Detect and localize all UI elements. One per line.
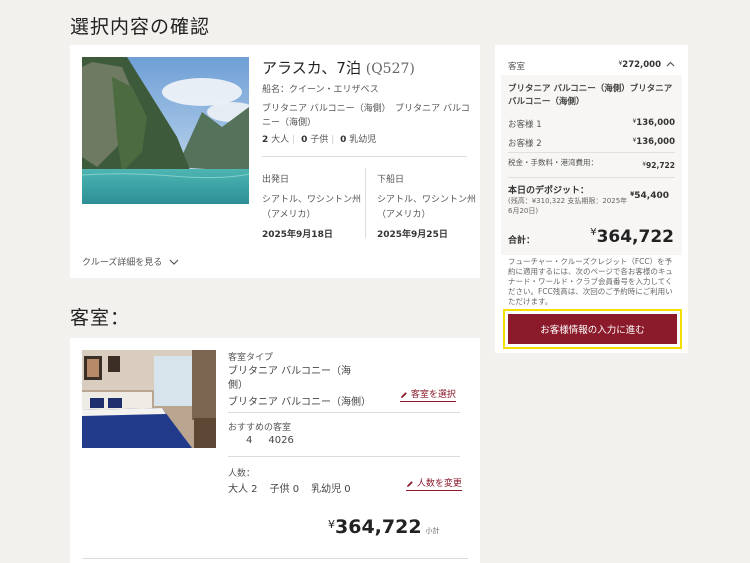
people-counts: 大人 2 子供 0 乳幼児 0 [228, 480, 351, 495]
cruise-photo [82, 57, 249, 204]
chevron-down-icon [165, 258, 179, 268]
divider [508, 152, 675, 153]
guest-1-price-row: お客様 1 ¥136,000 [508, 118, 675, 130]
ship-name: 船名：クイーン・エリザベス [262, 85, 379, 95]
cruise-code: (Q527) [365, 61, 415, 77]
divider [228, 412, 460, 413]
infant-label: 乳幼児 [349, 135, 377, 145]
recommended-cabin: 4 4026 [246, 435, 294, 446]
page: 選択内容の確認 アラスカ、7泊 (Q527) 船名：クイーン・エリザベス ブリタ… [0, 0, 750, 563]
child-label: 子供 [310, 135, 329, 145]
room-photo [82, 350, 216, 448]
price-summary-panel: 客室 ¥272,000 ブリタニア バルコニー（海側）ブリタニア バルコニー（海… [495, 45, 688, 353]
departure-date: 2025年9月18日 [262, 230, 333, 240]
summary-cabin-name: ブリタニア バルコニー（海側）ブリタニア バルコニー（海側） [508, 84, 673, 107]
adult-label: 大人 [271, 135, 290, 145]
room-type-label: 客室タイプ [228, 353, 274, 363]
proceed-button-highlight: お客様情報の入力に進む [503, 309, 682, 349]
cabin-number: 4026 [268, 435, 294, 446]
select-room-button[interactable]: 客室を選択 [400, 387, 456, 402]
deposit-price: 54,400 [634, 191, 669, 201]
tax-row: 税金・手数料・港湾費用： ¥92,722 [508, 157, 675, 170]
change-guests-button[interactable]: 人数を変更 [406, 476, 462, 491]
guest-1-label: お客様 1 [508, 120, 542, 130]
currency-symbol: ¥ [328, 518, 335, 531]
cruise-details-link[interactable]: クルーズ詳細を見る [82, 255, 179, 268]
deposit-details: (残高：¥310,322 支払期限：2025年6月20日) [508, 197, 628, 215]
pencil-icon [400, 390, 411, 400]
people-label: 人数： [228, 469, 256, 479]
total-label: 合計： [508, 236, 536, 246]
departure-info: 出発日 シアトル、ワシントン州（アメリカ） 2025年9月18日 [262, 173, 362, 243]
divider [262, 156, 467, 157]
guest-2-price-row: お客様 2 ¥136,000 [508, 137, 675, 149]
room-price-label: 客室 [508, 62, 526, 72]
change-guests-label: 人数を変更 [416, 479, 462, 489]
cabin-type: ブリタニア バルコニー（海側） ブリタニア バルコニー（海側） [262, 104, 470, 128]
divider [82, 558, 468, 559]
room-card: 客室タイプ ブリタニア バルコニー（海側） ブリタニア バルコニー（海側） 客室… [70, 338, 480, 563]
room-price-row[interactable]: 客室 ¥272,000 [508, 60, 675, 72]
adult-count: 2 [262, 135, 269, 145]
departure-port: シアトル、ワシントン州（アメリカ） [262, 195, 362, 220]
deck-number: 4 [246, 435, 253, 446]
page-title: 選択内容の確認 [70, 16, 211, 38]
departure-label: 出発日 [262, 175, 290, 185]
child-count: 0 [301, 135, 308, 145]
total-price: 364,722 [596, 227, 674, 247]
deposit-label: 本日のデポジット： [508, 186, 590, 196]
arrival-port: シアトル、ワシントン州（アメリカ） [377, 195, 477, 220]
arrival-info: 下船日 シアトル、ワシントン州（アメリカ） 2025年9月25日 [377, 173, 477, 243]
deposit-amount: ¥54,400 [630, 191, 669, 201]
subtotal-label: 小計 [425, 527, 440, 535]
cruise-title: アラスカ、7泊 (Q527) [262, 57, 415, 78]
guest-1-price: 136,000 [636, 118, 675, 128]
infant-count: 0 [340, 135, 347, 145]
fcc-note: フューチャー・クルーズクレジット（FCC）を予約に適用するには、次のページで各お… [508, 257, 673, 306]
total-amount: ¥364,722 [590, 227, 674, 247]
proceed-to-guest-info-button[interactable]: お客様情報の入力に進む [508, 314, 677, 344]
divider [228, 456, 460, 457]
chevron-up-icon[interactable] [666, 60, 675, 70]
divider [508, 177, 675, 178]
room-type-value: ブリタニア バルコニー（海側） [228, 366, 351, 391]
guest-2-label: お客様 2 [508, 139, 542, 149]
recommended-cabin-label: おすすめの客室 [228, 423, 292, 433]
infant-count: 乳幼児 0 [311, 484, 351, 495]
guest-counts: 2 大人 | 0 子供 | 0 乳幼児 [262, 135, 377, 145]
cruise-summary-card: アラスカ、7泊 (Q527) 船名：クイーン・エリザベス ブリタニア バルコニー… [70, 45, 480, 278]
room-price: 272,000 [622, 60, 661, 70]
divider [365, 168, 366, 238]
guest-2-price: 136,000 [636, 137, 675, 147]
tax-price: 92,722 [646, 161, 675, 170]
tax-label: 税金・手数料・港湾費用： [508, 158, 598, 167]
select-room-label: 客室を選択 [410, 390, 456, 400]
room-type-value-secondary: ブリタニア バルコニー（海側） [228, 397, 371, 408]
subtotal-amount: 364,722 [335, 516, 422, 538]
cruise-name: アラスカ、7泊 [262, 59, 361, 77]
child-count: 子供 0 [269, 484, 300, 495]
pencil-icon [406, 479, 417, 489]
cruise-details-label: クルーズ詳細を見る [82, 258, 163, 268]
room-section-title: 客室： [70, 307, 131, 329]
arrival-label: 下船日 [377, 175, 405, 185]
room-subtotal: ¥364,722 小計 [328, 516, 440, 538]
arrival-date: 2025年9月25日 [377, 230, 448, 240]
adult-count: 大人 2 [228, 484, 258, 495]
